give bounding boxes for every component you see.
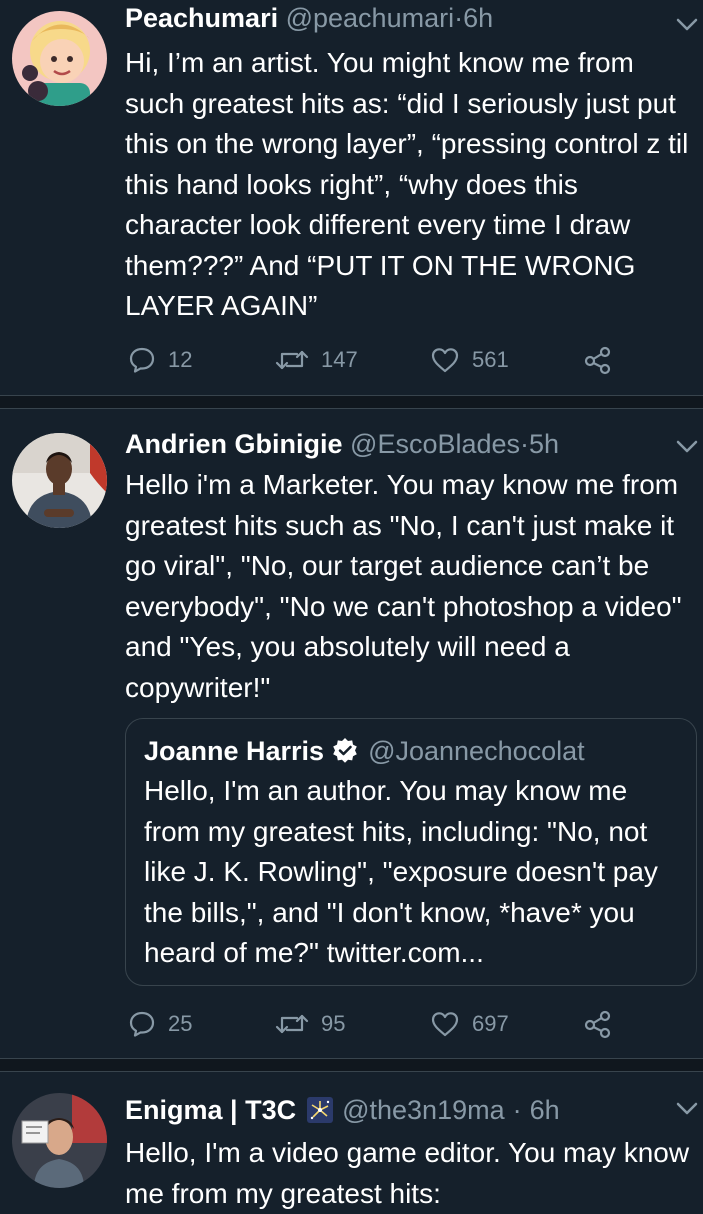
tweet-text: Hello, I'm a video game editor. You may … [125,1137,690,1209]
chevron-down-icon[interactable] [676,1102,698,1116]
separator: · [512,1095,522,1125]
tweet-enigma-t3c[interactable]: Enigma | T3C @the3n19ma · 6h Hello, I'm a … [0,0,703,1209]
avatar-enigma-t3c[interactable] [12,1093,107,1188]
tweet-header: Enigma | T3C @the3n19ma · 6h [125,1094,560,1126]
display-name[interactable]: Enigma | T3C [125,1094,296,1126]
user-handle[interactable]: @the3n19ma [342,1094,505,1126]
fireworks-emoji-icon [307,1097,334,1123]
timestamp[interactable]: 6h [530,1094,560,1126]
